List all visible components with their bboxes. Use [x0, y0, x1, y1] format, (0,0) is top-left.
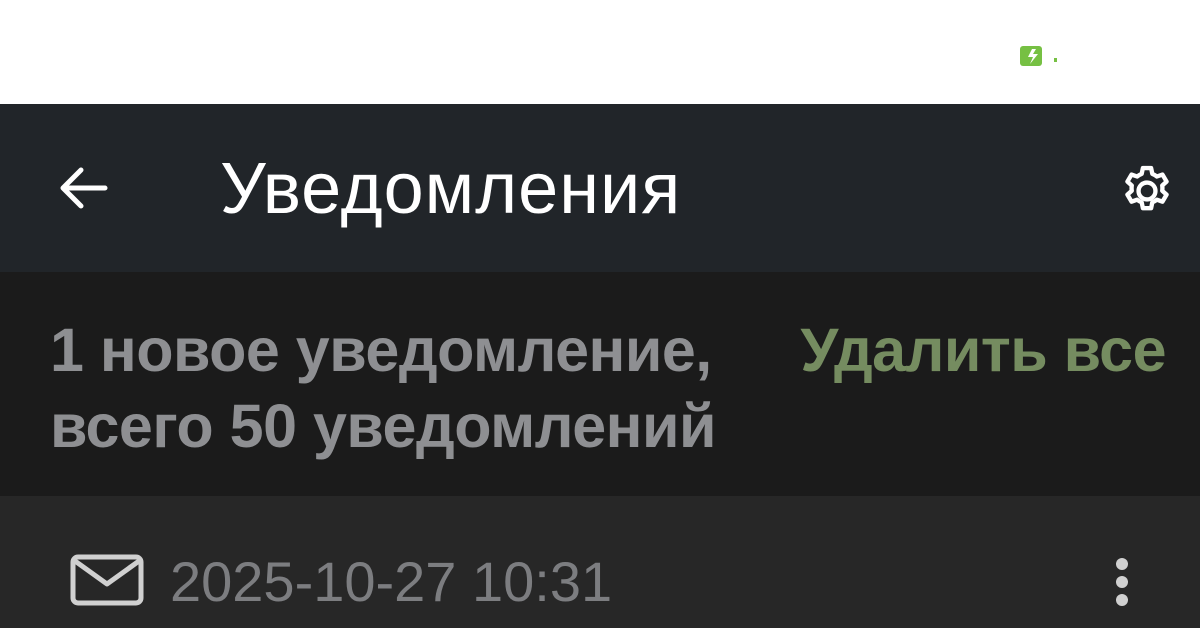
notification-item[interactable]: 2025-10-27 10:31 [0, 496, 1200, 628]
page-title: Уведомления [220, 149, 682, 229]
delete-all-button[interactable]: Удалить все [800, 312, 1166, 388]
gear-icon [1125, 165, 1169, 211]
more-vertical-icon [1116, 558, 1128, 606]
notifications-summary-text: 1 новое уведомление, всего 50 уведомлени… [50, 312, 770, 464]
app-toolbar: Уведомления [0, 104, 1200, 272]
status-bar [0, 0, 1200, 104]
back-button[interactable] [54, 158, 114, 218]
summary-new-count: 1 новое уведомление, [50, 316, 712, 384]
notification-timestamp: 2025-10-27 10:31 [170, 550, 613, 613]
envelope-icon [70, 554, 144, 606]
summary-total-count: всего 50 уведомлений [50, 392, 717, 460]
battery-charging-icon [1020, 46, 1057, 66]
arrow-left-icon [60, 167, 108, 209]
more-options-button[interactable] [1100, 552, 1144, 612]
settings-button[interactable] [1114, 158, 1180, 224]
notifications-summary-bar: 1 новое уведомление, всего 50 уведомлени… [0, 272, 1200, 496]
